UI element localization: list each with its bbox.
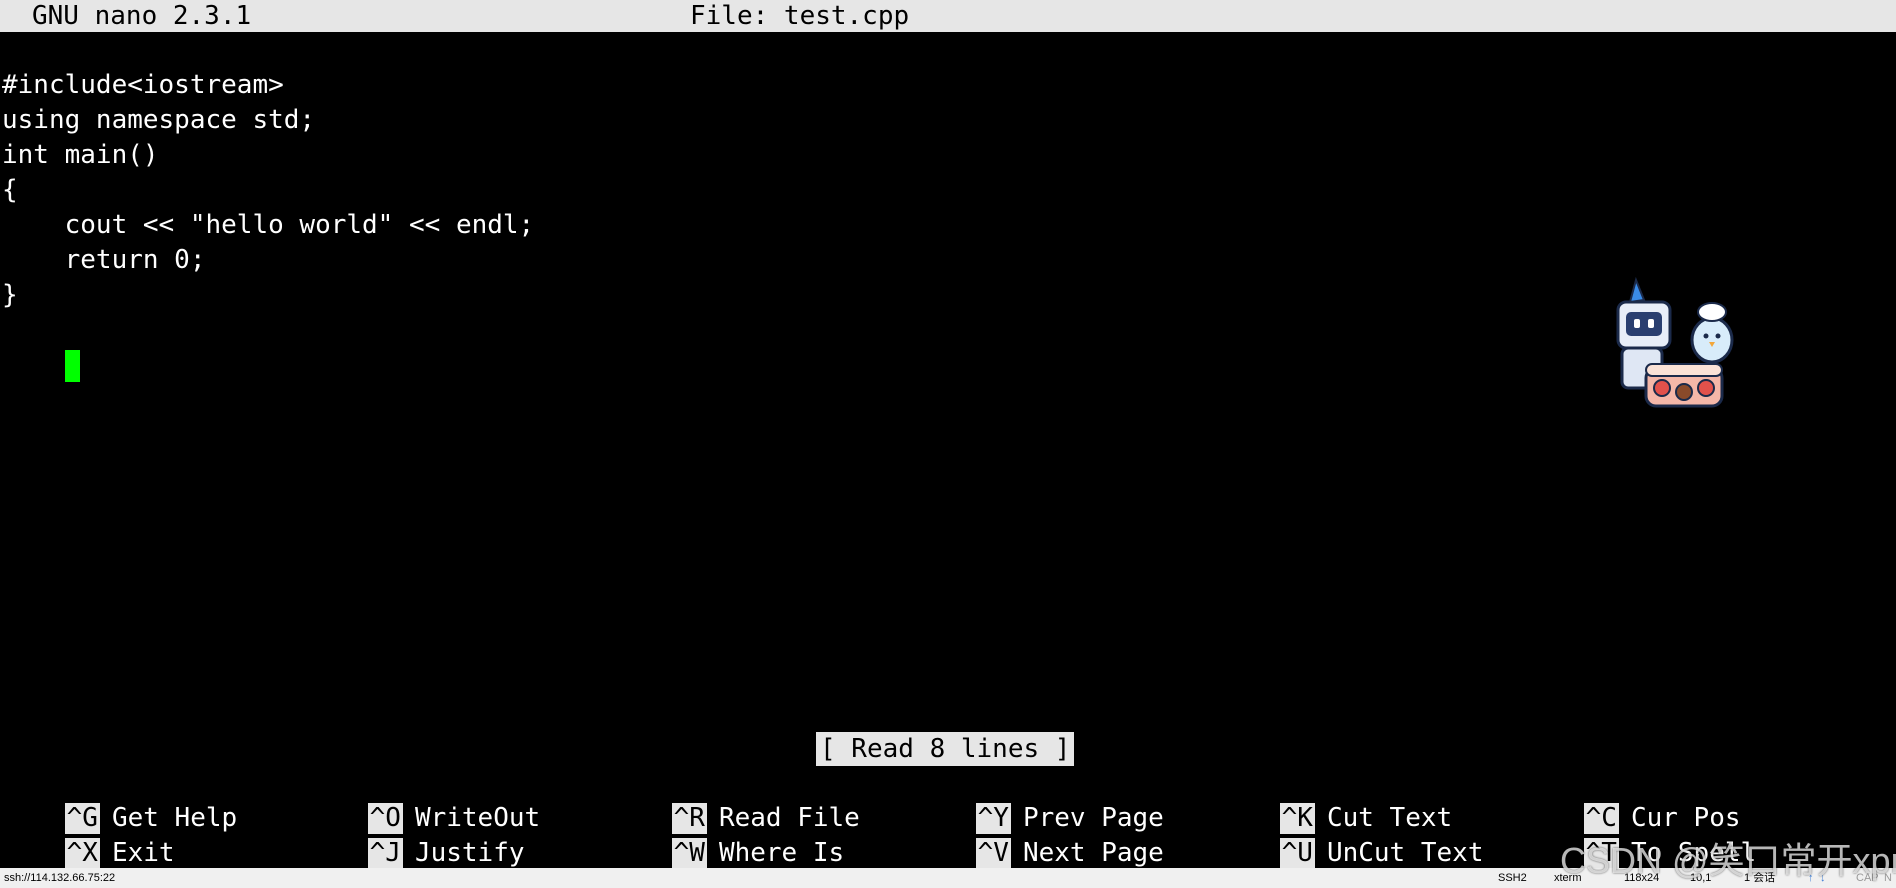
app-version: GNU nano 2.3.1 xyxy=(32,1,252,31)
connection-address: ssh://114.132.66.75:22 xyxy=(4,872,116,884)
shortcut-label: Where Is xyxy=(718,838,845,868)
shortcut-where-is[interactable]: ^W Where Is xyxy=(609,801,844,869)
title-bar: GNU nano 2.3.1 File: test.cpp xyxy=(0,0,1896,32)
shortcut-key: ^W xyxy=(671,838,707,869)
text-cursor xyxy=(64,349,80,382)
shortcut-writeout[interactable]: ^O WriteOut xyxy=(305,766,540,834)
shortcut-prev-page[interactable]: ^Y Prev Page xyxy=(913,766,1164,834)
watermark: CSDN @笑口常开xpr xyxy=(1560,840,1896,881)
mascot-sticker-icon xyxy=(1616,276,1734,408)
shortcut-read-file[interactable]: ^R Read File xyxy=(609,766,860,834)
code-line[interactable]: int main() xyxy=(2,138,1892,173)
shortcut-label: UnCut Text xyxy=(1326,838,1484,868)
shortcut-justify[interactable]: ^J Justify xyxy=(305,801,525,869)
shortcut-uncut-text[interactable]: ^U UnCut Text xyxy=(1217,801,1483,869)
code-line[interactable]: cout << "hello world" << endl; xyxy=(2,208,1892,243)
code-line[interactable]: using namespace std; xyxy=(2,103,1892,138)
shortcut-label: Justify xyxy=(414,838,525,868)
status-message: [ Read 8 lines ] xyxy=(816,732,1075,766)
shortcut-cut-text[interactable]: ^K Cut Text xyxy=(1217,766,1452,834)
shortcut-exit[interactable]: ^X Exit xyxy=(2,801,175,869)
shortcut-to-spell[interactable]: ^T To Spell xyxy=(1521,801,1756,869)
code-line[interactable]: #include<iostream> xyxy=(2,68,1892,103)
protocol-label: SSH2 xyxy=(1498,872,1527,884)
shortcut-cur-pos[interactable]: ^C Cur Pos xyxy=(1521,766,1741,834)
shortcut-next-page[interactable]: ^V Next Page xyxy=(913,801,1164,869)
shortcut-get-help[interactable]: ^G Get Help xyxy=(2,766,237,834)
shortcut-key: ^J xyxy=(367,838,403,869)
file-label: File: test.cpp xyxy=(690,1,910,31)
shortcut-bar: ^G Get Help ^O WriteOut ^R Read File ^Y Prev… xyxy=(0,766,1896,869)
code-line[interactable]: { xyxy=(2,173,1892,208)
shortcut-label: Exit xyxy=(111,838,175,868)
shortcut-key: ^X xyxy=(64,838,100,869)
shortcut-label: Next Page xyxy=(1022,838,1164,868)
shortcut-key: ^U xyxy=(1279,838,1315,869)
shortcut-key: ^V xyxy=(975,838,1011,869)
